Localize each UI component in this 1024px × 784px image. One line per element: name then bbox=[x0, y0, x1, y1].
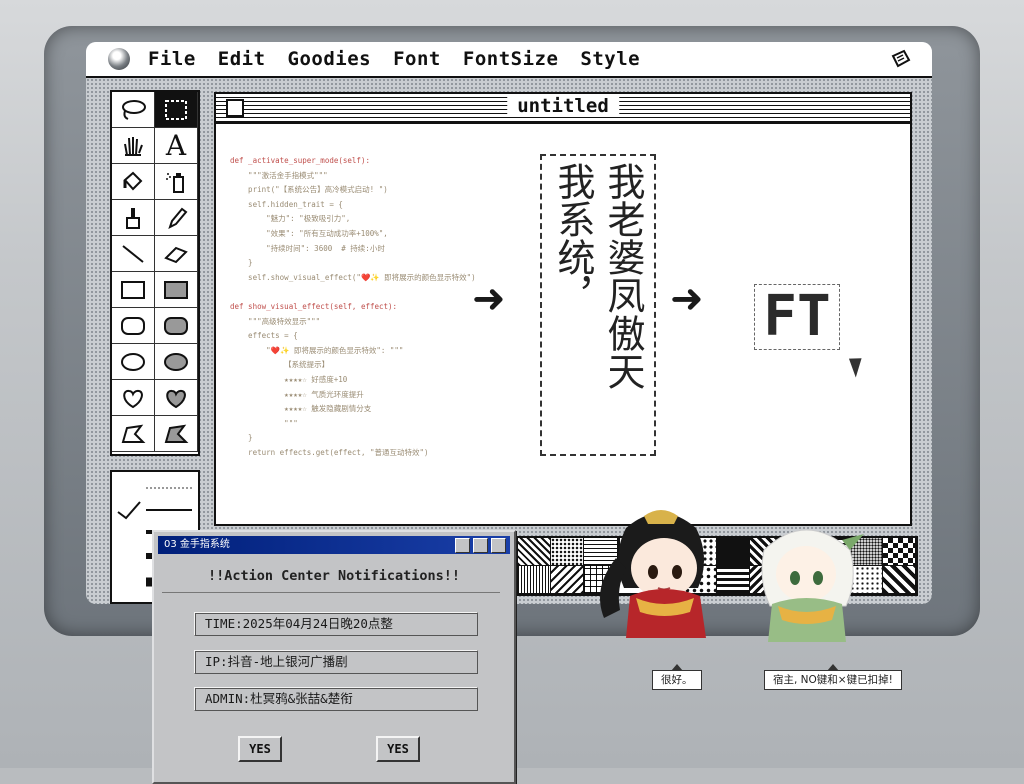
ft-logo-text: FT bbox=[754, 284, 840, 350]
line-icon[interactable] bbox=[112, 236, 155, 272]
pencil-icon[interactable] bbox=[155, 200, 198, 236]
paint-bucket-icon[interactable] bbox=[112, 164, 155, 200]
menu-file[interactable]: File bbox=[148, 48, 196, 70]
menu-edit[interactable]: Edit bbox=[218, 48, 266, 70]
dialog-heading: !!Action Center Notifications!! bbox=[208, 568, 460, 584]
yes-button-1[interactable]: YES bbox=[238, 736, 282, 762]
document-title: untitled bbox=[507, 95, 619, 117]
menu-fontsize[interactable]: FontSize bbox=[463, 48, 559, 70]
vertical-text-system: 我系统， bbox=[551, 162, 595, 314]
document-window: untitled def _activate_super_mode(self):… bbox=[214, 92, 912, 526]
hand-icon[interactable] bbox=[112, 128, 155, 164]
code-line: self.hidden_trait = { bbox=[230, 199, 343, 209]
code-line: "❤️✨ 即将展示的颜色显示特效": """ bbox=[230, 345, 404, 355]
code-line: """激活金手指模式""" bbox=[230, 170, 328, 180]
pattern-swatch[interactable] bbox=[882, 538, 916, 566]
mouse-cursor-icon bbox=[848, 354, 868, 378]
clipboard-icon[interactable] bbox=[890, 48, 912, 70]
ip-field: IP:抖音-地上银河广播剧 bbox=[194, 650, 478, 674]
code-line: 【系统提示】 bbox=[230, 360, 330, 370]
spray-icon[interactable] bbox=[155, 164, 198, 200]
arrow-icon: ➜ bbox=[472, 276, 506, 322]
code-line: effects = { bbox=[230, 331, 298, 341]
minimize-icon[interactable] bbox=[455, 538, 470, 553]
yes-button-2[interactable]: YES bbox=[376, 736, 420, 762]
rect-icon[interactable] bbox=[112, 272, 155, 308]
chibi-character-left bbox=[600, 510, 706, 638]
filled-oval-icon[interactable] bbox=[155, 344, 198, 380]
notification-dialog: 03 金手指系统 !!Action Center Notifications!!… bbox=[152, 530, 516, 784]
oval-icon[interactable] bbox=[112, 344, 155, 380]
document-titlebar[interactable]: untitled bbox=[216, 94, 910, 124]
divider bbox=[162, 592, 500, 593]
pattern-swatch[interactable] bbox=[551, 566, 585, 594]
filled-polygon-icon[interactable] bbox=[155, 416, 198, 452]
filled-rounded-rect-icon[interactable] bbox=[155, 308, 198, 344]
code-line: return effects.get(effect, "普通互动特效") bbox=[230, 447, 429, 457]
code-line: "效果": "所有互动成功率+100%", bbox=[230, 228, 388, 238]
speech-bubble-left: 很好。 bbox=[652, 670, 702, 690]
speech-bubble-right: 宿主, NO键和×键已扣掉! bbox=[764, 670, 902, 690]
brush-icon[interactable] bbox=[112, 200, 155, 236]
menu-bar: File Edit Goodies Font FontSize Style bbox=[86, 42, 932, 78]
menu-style[interactable]: Style bbox=[580, 48, 640, 70]
pattern-swatch[interactable] bbox=[518, 566, 552, 594]
menu-font[interactable]: Font bbox=[393, 48, 441, 70]
eraser-icon[interactable] bbox=[155, 236, 198, 272]
pattern-swatch[interactable] bbox=[518, 538, 552, 566]
select-rect-icon[interactable] bbox=[155, 92, 198, 128]
code-line: "魅力": "极致吸引力", bbox=[230, 214, 351, 224]
maximize-icon[interactable] bbox=[473, 538, 488, 553]
code-snippet: def _activate_super_mode(self): """激活金手指… bbox=[230, 154, 480, 460]
code-line: ★★★★☆ 气质光环度提升 bbox=[230, 389, 364, 399]
text-icon[interactable]: A bbox=[155, 128, 198, 164]
polygon-icon[interactable] bbox=[112, 416, 155, 452]
pattern-swatch[interactable] bbox=[551, 538, 585, 566]
window-controls bbox=[455, 538, 506, 553]
apple-menu-icon[interactable] bbox=[108, 48, 130, 70]
admin-field: ADMIN:杜冥鸦&张喆&楚衔 bbox=[194, 687, 478, 711]
pattern-swatch[interactable] bbox=[882, 566, 916, 594]
code-line: def _activate_super_mode(self): bbox=[230, 156, 370, 165]
vertical-text-box: 我系统， 我老婆凤傲天 bbox=[540, 154, 656, 456]
code-line: def show_visual_effect(self, effect): bbox=[230, 301, 398, 311]
rounded-rect-icon[interactable] bbox=[112, 308, 155, 344]
code-line: } bbox=[230, 433, 253, 443]
filled-freeform-icon[interactable] bbox=[155, 380, 198, 416]
arrow-icon-2: ➜ bbox=[670, 276, 704, 322]
dialog-title: 03 金手指系统 bbox=[164, 539, 230, 550]
code-line: """高级特效显示""" bbox=[230, 316, 321, 326]
menu-goodies[interactable]: Goodies bbox=[288, 48, 372, 70]
code-line: "持续时间": 3600 # 持续:小时 bbox=[230, 243, 385, 253]
code-line: ★★★★☆ 触发隐藏剧情分支 bbox=[230, 404, 372, 414]
code-line: } bbox=[230, 258, 253, 268]
time-field: TIME:2025年04月24日晚20点整 bbox=[194, 612, 478, 636]
chibi-character-right bbox=[761, 529, 864, 642]
lasso-icon[interactable] bbox=[112, 92, 155, 128]
code-line: self.show_visual_effect("❤️✨ 即将展示的颜色显示特效… bbox=[230, 272, 476, 282]
tool-palette: A bbox=[110, 90, 200, 456]
code-line: ★★★★☆ 好感度+10 bbox=[230, 374, 348, 384]
code-line: """ bbox=[230, 418, 298, 428]
vertical-text-wife: 我老婆凤傲天 bbox=[601, 162, 645, 390]
close-icon[interactable] bbox=[491, 538, 506, 553]
code-line: print("【系统公告】高冷模式启动! ") bbox=[230, 185, 388, 195]
freeform-icon[interactable] bbox=[112, 380, 155, 416]
close-box-icon[interactable] bbox=[226, 99, 244, 117]
filled-rect-icon[interactable] bbox=[155, 272, 198, 308]
